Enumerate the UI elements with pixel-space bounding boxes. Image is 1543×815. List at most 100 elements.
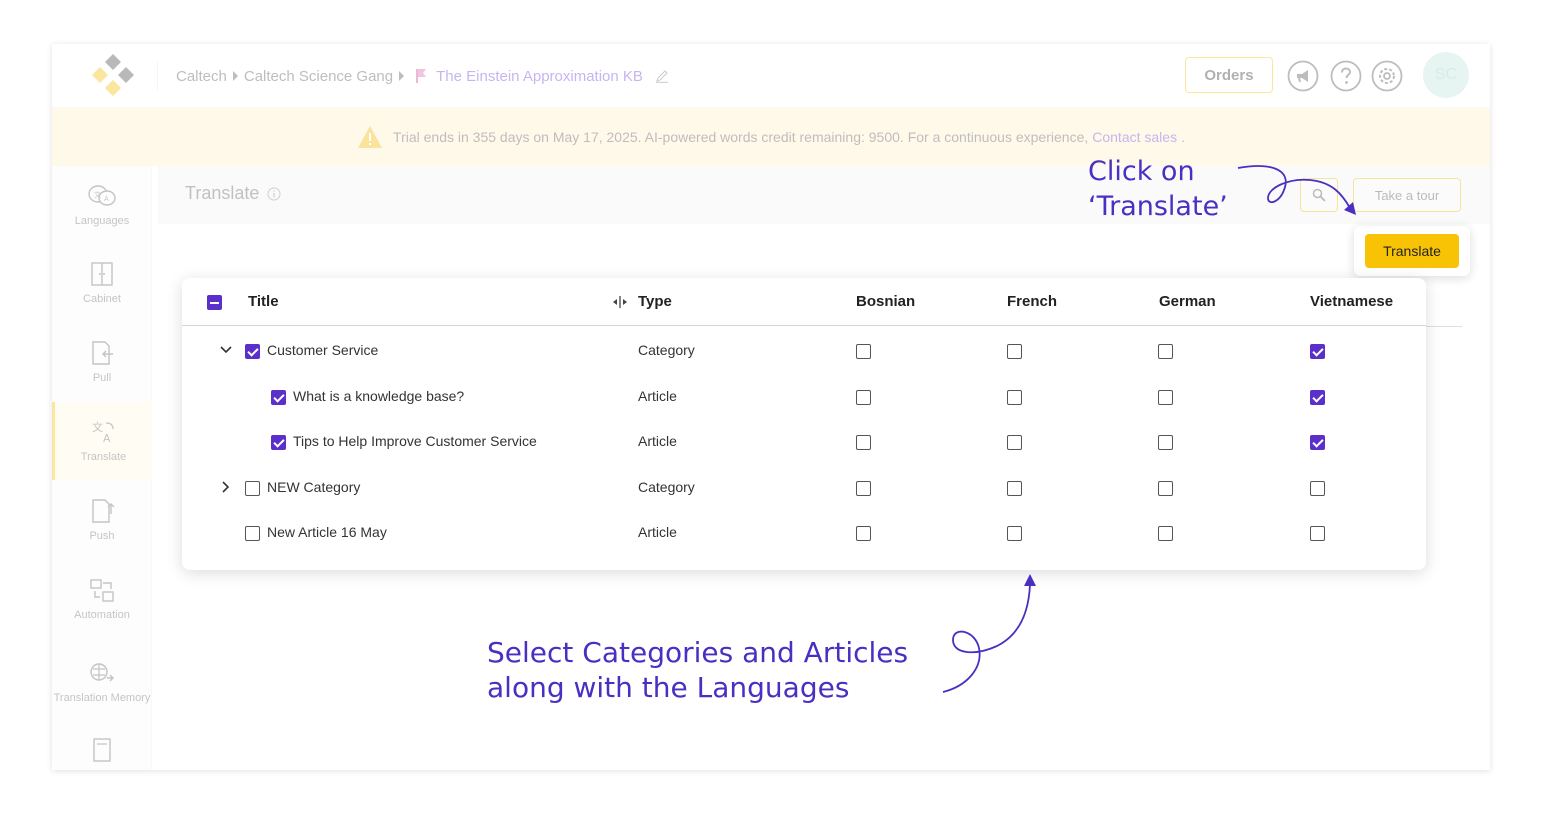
memory-icon [90,663,114,682]
cabinet-icon [91,262,113,286]
language-checkbox-german[interactable] [1158,389,1173,405]
sidebar-item-pull[interactable]: Pull [52,323,152,401]
logo-icon[interactable] [90,52,136,98]
breadcrumb-org[interactable]: Caltech [176,68,227,85]
language-checkbox-french[interactable] [1007,344,1022,359]
table-row[interactable]: New Article 16 May Article [182,510,1426,555]
svg-text:A: A [104,195,109,203]
language-checkbox-german[interactable] [1158,435,1173,450]
language-checkbox-french[interactable] [1007,435,1022,450]
translate-button[interactable]: Translate [1365,234,1459,268]
svg-text:A: A [103,432,111,445]
row-select-checkbox[interactable] [271,435,286,450]
search-icon [1312,188,1326,202]
column-vietnamese[interactable]: Vietnamese [1310,293,1393,310]
sidebar-item-label: Pull [92,372,112,384]
language-checkbox-bosnian[interactable] [856,480,871,496]
column-type[interactable]: Type [638,293,672,310]
breadcrumb-separator-icon [399,71,405,81]
header-divider [157,62,158,90]
help-icon[interactable] [1330,60,1362,92]
sidebar: 文 A Languages Cabinet Pull 文 A Translate… [52,166,152,770]
content-table: Title Type Bosnian French German Vietnam… [182,278,1426,570]
row-type: Article [638,387,677,404]
sidebar-item-more[interactable] [52,736,152,770]
page-title-text: Translate [185,183,260,203]
language-checkbox-bosnian[interactable] [856,435,871,450]
language-checkbox-german[interactable] [1158,526,1173,541]
breadcrumb-team[interactable]: Caltech Science Gang [244,68,393,85]
row-type: Category [638,342,695,358]
row-select-checkbox[interactable] [245,480,260,496]
language-checkbox-vietnamese[interactable] [1310,435,1325,450]
sidebar-item-cabinet[interactable]: Cabinet [52,244,152,322]
breadcrumb-kb-name[interactable]: The Einstein Approximation KB [436,68,643,85]
sidebar-item-languages[interactable]: 文 A Languages [52,166,152,244]
row-select-checkbox[interactable] [245,344,260,359]
language-checkbox-french[interactable] [1007,480,1022,496]
sidebar-item-automation[interactable]: Automation [52,560,152,638]
row-title: Tips to Help Improve Customer Service [293,433,537,449]
table-header: Title Type Bosnian French German Vietnam… [182,278,1426,326]
row-select-checkbox[interactable] [271,389,286,405]
annotation-line: ‘Translate’ [1088,191,1228,222]
orders-button[interactable]: Orders [1185,57,1273,93]
breadcrumb: Caltech Caltech Science Gang The Einstei… [176,66,669,86]
column-german[interactable]: German [1159,293,1216,310]
table-row[interactable]: NEW Category Category [182,465,1426,510]
megaphone-icon[interactable] [1287,60,1319,92]
warning-icon [358,126,383,148]
svg-text:文: 文 [94,190,101,199]
column-bosnian[interactable]: Bosnian [856,293,915,310]
table-row[interactable]: Customer Service Category [182,328,1426,373]
row-type: Article [638,524,677,540]
contact-sales-link[interactable]: Contact sales [1092,129,1177,145]
settings-icon[interactable] [1371,60,1403,92]
translate-button-highlight: Translate [1354,226,1470,276]
user-avatar[interactable]: SC [1423,52,1469,98]
annotation-click-translate: Click on ‘Translate’ [1088,154,1228,224]
info-icon[interactable] [267,187,281,201]
column-french[interactable]: French [1007,293,1057,310]
sidebar-item-translate[interactable]: 文 A Translate [52,402,152,480]
annotation-select-items: Select Categories and Articles along wit… [487,635,908,705]
language-checkbox-bosnian[interactable] [856,389,871,405]
search-button[interactable] [1300,178,1338,212]
sidebar-item-label: Automation [74,609,130,621]
language-checkbox-bosnian[interactable] [856,526,871,541]
column-title[interactable]: Title [248,293,279,310]
annotation-line: Select Categories and Articles [487,636,909,669]
sidebar-item-push[interactable]: Push [52,481,152,559]
chevron-right-icon[interactable] [219,480,233,494]
edit-pencil-icon[interactable] [655,69,669,83]
sidebar-item-label: Push [89,530,115,542]
sidebar-item-label: Translation Memory [53,692,151,704]
top-header: Caltech Caltech Science Gang The Einstei… [52,44,1490,108]
language-checkbox-vietnamese[interactable] [1310,344,1325,359]
trial-text: Trial ends in 355 days on May 17, 2025. … [393,129,1089,145]
table-row[interactable]: What is a knowledge base? Article [182,374,1426,419]
sidebar-item-translation-memory[interactable]: Translation Memory [52,639,152,725]
page-title: Translate [185,183,281,204]
page-header: Translate Take a tour [158,166,1490,224]
svg-text:文: 文 [92,420,103,434]
language-checkbox-vietnamese[interactable] [1310,480,1325,496]
language-checkbox-french[interactable] [1007,526,1022,541]
language-checkbox-german[interactable] [1158,344,1173,359]
language-checkbox-vietnamese[interactable] [1310,526,1325,541]
table-divider-right [1422,326,1462,327]
row-title: Customer Service [267,342,379,358]
chevron-down-icon[interactable] [219,343,233,357]
pull-icon [92,341,113,365]
select-all-checkbox[interactable] [207,295,222,310]
language-checkbox-bosnian[interactable] [856,344,871,359]
take-a-tour-button[interactable]: Take a tour [1353,178,1461,212]
language-checkbox-german[interactable] [1158,480,1173,496]
row-select-checkbox[interactable] [245,526,260,541]
languages-icon: 文 A [88,185,116,206]
language-checkbox-vietnamese[interactable] [1310,389,1325,405]
column-resize-icon[interactable] [612,295,628,309]
automation-icon [90,579,114,602]
table-row[interactable]: Tips to Help Improve Customer Service Art… [182,419,1426,464]
language-checkbox-french[interactable] [1007,389,1022,405]
